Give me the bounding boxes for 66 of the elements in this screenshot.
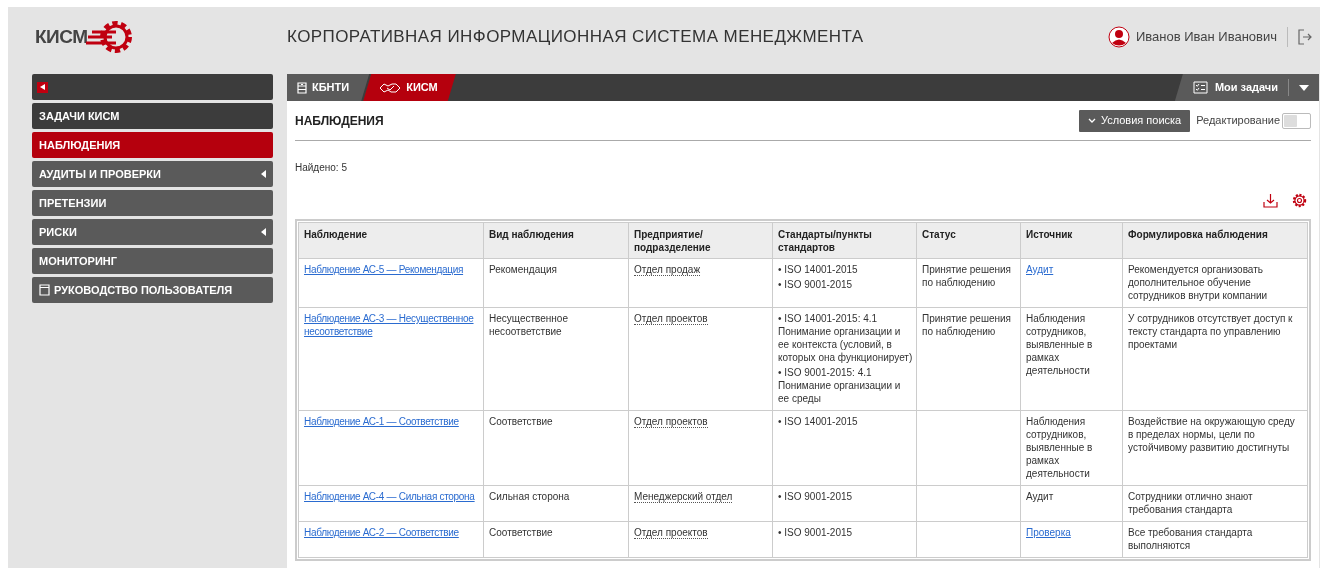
column-header: Источник [1020, 222, 1123, 259]
observation-type: Соответствие [489, 416, 553, 427]
observation-type: Сильная сторона [489, 491, 570, 502]
standard-item: • ISO 14001-2015: 4.1 Понимание организации и ее контекста (условий, в которых она функционирует) [778, 312, 914, 364]
source-text: Наблюдения сотрудников, выявленные в рамках деятельности [1026, 416, 1093, 479]
observation-type: Рекомендация [489, 264, 557, 275]
logo-text: КИСМ [35, 24, 88, 49]
observation-type: Несущественное несоответствие [489, 313, 568, 337]
editing-toggle[interactable] [1282, 112, 1311, 129]
status-text: Принятие решения по наблюдению [922, 313, 1011, 337]
nav-tab[interactable]: КБНТИ [287, 74, 370, 101]
settings-icon[interactable] [1292, 193, 1307, 208]
caret-icon [261, 228, 266, 236]
observation-wording: У сотрудников отсутствует доступ к тексту стандарта по управлению проектами [1128, 313, 1293, 350]
source-link[interactable]: Проверка [1026, 527, 1071, 538]
column-header: Статус [916, 222, 1021, 259]
user-avatar-icon [1107, 26, 1130, 48]
department-link[interactable]: Отдел продаж [634, 264, 701, 276]
standard-item: • ISO 9001-2015 [778, 278, 854, 291]
observation-wording: Сотрудники отлично знают требования стандарта [1128, 491, 1253, 515]
column-header: Формулировка наблюдения [1122, 222, 1308, 259]
archive-box-icon [297, 81, 307, 94]
dropdown-caret-icon[interactable] [1299, 84, 1309, 91]
caret-icon [40, 84, 45, 90]
column-header: Предприятие/ подразделение [628, 222, 773, 259]
column-header: Вид наблюдения [483, 222, 629, 259]
caret-icon [261, 170, 266, 178]
observation-wording: Рекомендуется организовать дополнительное обучение сотрудников внутри компании [1128, 264, 1268, 301]
download-icon[interactable] [1263, 193, 1278, 208]
checklist-icon [1192, 81, 1208, 94]
sidebar-item[interactable]: РИСКИ [32, 219, 273, 245]
sidebar-item[interactable]: ЗАДАЧИ КИСМ [32, 103, 273, 129]
logout-icon[interactable] [1298, 29, 1312, 45]
department-link[interactable]: Отдел проектов [634, 313, 708, 325]
source-link[interactable]: Аудит [1026, 264, 1054, 275]
page-title: НАБЛЮДЕНИЯ [295, 112, 384, 130]
standard-item: • ISO 9001-2015: 4.1 Понимание организации и ее среды [778, 366, 902, 405]
search-conditions-button[interactable]: Условия поиска [1078, 109, 1191, 132]
standard-item: • ISO 9001-2015 [778, 526, 854, 539]
editing-label: Редактирование [1196, 113, 1280, 129]
book-icon [39, 284, 50, 296]
standard-item: • ISO 14001-2015 [778, 263, 859, 276]
nav-tab[interactable]: КИСМ [363, 74, 456, 101]
source-text: Аудит [1026, 491, 1054, 502]
column-header: Наблюдение [298, 222, 484, 259]
department-link[interactable]: Отдел проектов [634, 527, 708, 539]
collapse-button[interactable] [37, 81, 48, 93]
department-link[interactable]: Отдел проектов [634, 416, 708, 428]
observation-link[interactable]: Наблюдение АС-1 — Соответствие [304, 415, 478, 428]
found-count: Найдено: 5 [295, 161, 348, 175]
sidebar-item[interactable]: НАБЛЮДЕНИЯ [32, 132, 273, 158]
chevron-icon [1087, 118, 1096, 123]
observation-wording: Воздействие на окружающую среду в пределах нормы, цели по устойчивому развитию достигнуты [1128, 416, 1295, 453]
source-text: Наблюдения сотрудников, выявленные в рамках деятельности [1026, 313, 1093, 376]
sidebar-item[interactable]: МОНИТОРИНГ [32, 248, 273, 274]
observation-wording: Все требования стандарта выполняются [1128, 527, 1253, 551]
standard-item: • ISO 9001-2015 [778, 490, 854, 503]
sidebar-item[interactable]: АУДИТЫ И ПРОВЕРКИ [32, 161, 273, 187]
status-text: Принятие решения по наблюдению [922, 264, 1011, 288]
user-name[interactable]: Иванов Иван Иванович [1135, 27, 1277, 47]
column-header: Стандарты/пункты стандартов [772, 222, 917, 259]
sidebar-item[interactable]: РУКОВОДСТВО ПОЛЬЗОВАТЕЛЯ [32, 277, 273, 303]
sidebar-item[interactable]: ПРЕТЕНЗИИ [32, 190, 273, 216]
system-title: КОРПОРАТИВНАЯ ИНФОРМАЦИОННАЯ СИСТЕМА МЕНЕДЖМЕНТА [287, 26, 864, 49]
standard-item: • ISO 14001-2015 [778, 415, 859, 428]
observation-type: Соответствие [489, 527, 553, 538]
